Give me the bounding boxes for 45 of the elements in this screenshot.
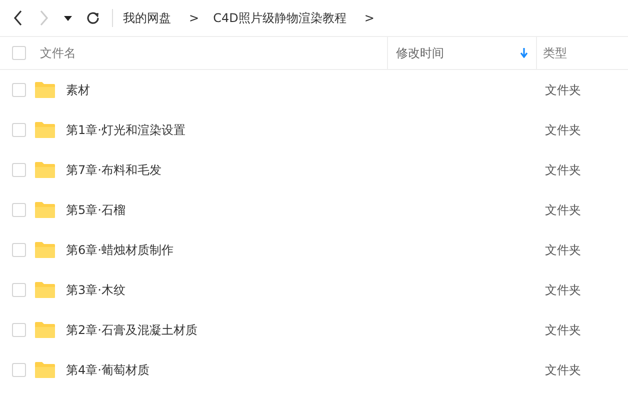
- file-name[interactable]: 第2章·石膏及混凝土材质: [66, 322, 198, 338]
- file-type: 文件夹: [545, 162, 581, 176]
- folder-icon: [35, 162, 55, 178]
- file-type: 文件夹: [545, 122, 581, 136]
- file-type: 文件夹: [545, 322, 581, 336]
- file-name[interactable]: 素材: [66, 82, 90, 98]
- file-type: 文件夹: [545, 362, 581, 376]
- folder-icon: [35, 122, 55, 138]
- folder-icon: [35, 242, 55, 258]
- file-name[interactable]: 第3章·木纹: [66, 282, 126, 298]
- breadcrumb-separator: >: [364, 11, 374, 25]
- sort-down-icon[interactable]: [520, 48, 528, 58]
- breadcrumb-separator: >: [189, 11, 200, 25]
- file-name[interactable]: 第7章·布料和毛发: [66, 162, 162, 178]
- file-name[interactable]: 第6章·蜡烛材质制作: [66, 242, 174, 258]
- row-checkbox[interactable]: [12, 123, 26, 137]
- folder-icon: [35, 322, 55, 338]
- dropdown-caret-icon[interactable]: [64, 16, 72, 20]
- folder-icon: [35, 362, 55, 378]
- row-checkbox[interactable]: [12, 363, 26, 377]
- select-all-checkbox[interactable]: [12, 46, 26, 60]
- row-checkbox[interactable]: [12, 243, 26, 257]
- column-header[interactable]: 修改时间: [396, 44, 444, 62]
- file-type: 文件夹: [545, 202, 581, 216]
- file-name[interactable]: 第4章·葡萄材质: [66, 362, 150, 378]
- folder-icon: [35, 82, 55, 98]
- breadcrumb-link[interactable]: C4D照片级静物渲染教程: [213, 10, 346, 26]
- file-type: 文件夹: [545, 242, 581, 256]
- file-name[interactable]: 第1章·灯光和渲染设置: [66, 122, 186, 138]
- folder-icon: [35, 202, 55, 218]
- column-header[interactable]: 类型: [543, 44, 567, 62]
- file-type: 文件夹: [545, 282, 581, 296]
- folder-icon: [35, 282, 55, 298]
- refresh-icon[interactable]: [86, 11, 100, 25]
- column-header[interactable]: 文件名: [40, 44, 76, 62]
- file-type: 文件夹: [545, 82, 581, 96]
- row-checkbox[interactable]: [12, 203, 26, 217]
- row-checkbox[interactable]: [12, 163, 26, 177]
- row-checkbox[interactable]: [12, 323, 26, 337]
- forward-icon[interactable]: [38, 10, 50, 26]
- back-icon[interactable]: [12, 10, 24, 26]
- breadcrumb-link[interactable]: 我的网盘: [123, 10, 171, 26]
- row-checkbox[interactable]: [12, 83, 26, 97]
- file-name[interactable]: 第5章·石榴: [66, 202, 126, 218]
- row-checkbox[interactable]: [12, 283, 26, 297]
